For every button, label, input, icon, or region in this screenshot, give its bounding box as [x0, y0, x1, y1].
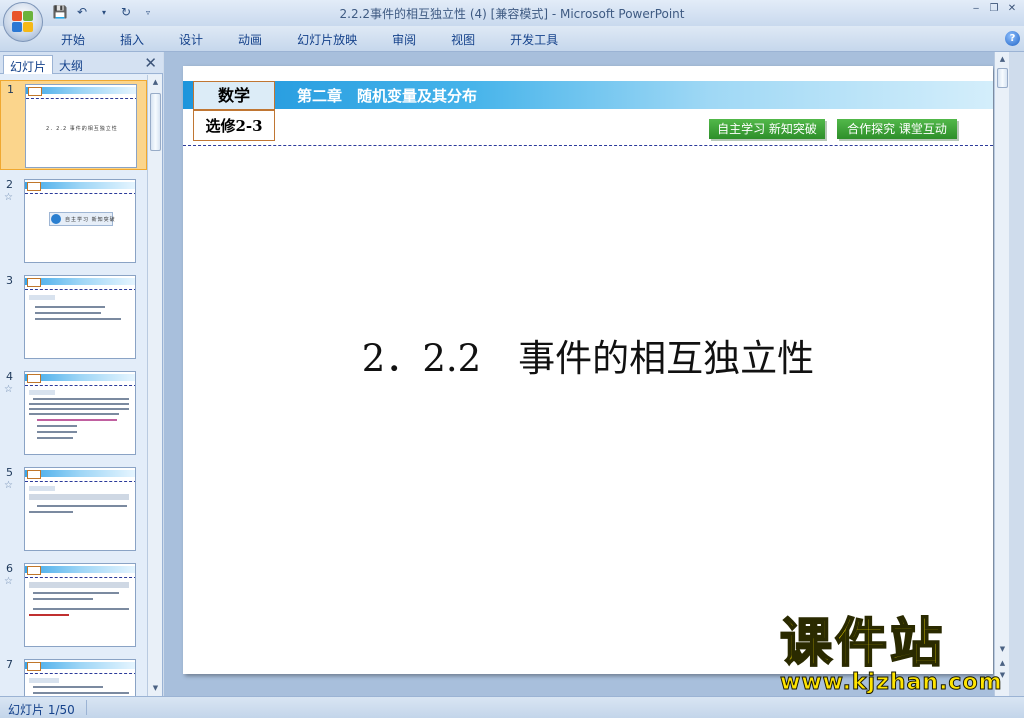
slides-pane: 幻灯片 大纲 ✕ 1 2．2.2 事件的相互独立性 2 ☆ 自主学习 新知突破 … — [0, 52, 163, 696]
animation-star-icon: ☆ — [4, 480, 13, 491]
slide-number: 6 — [6, 562, 13, 575]
slide-canvas[interactable]: 第二章 随机变量及其分布 数学 选修2-3 自主学习 新知突破 合作探究 课堂互… — [183, 66, 993, 674]
slide-thumbnail[interactable] — [24, 275, 136, 359]
slide-thumbnail[interactable]: 自主学习 新知突破 — [24, 179, 136, 263]
thumbnail-slide-7[interactable]: 7 — [0, 656, 147, 696]
scroll-up-icon[interactable]: ▲ — [148, 75, 163, 89]
self-study-button[interactable]: 自主学习 新知突破 — [709, 119, 825, 139]
thumbnail-slide-3[interactable]: 3 — [0, 272, 147, 362]
slide-thumbnail[interactable]: 2．2.2 事件的相互独立性 — [25, 84, 137, 168]
thumbnail-slide-2[interactable]: 2 ☆ 自主学习 新知突破 — [0, 176, 147, 266]
window-controls: ‒ ❐ ✕ — [968, 2, 1020, 16]
tab-developer[interactable]: 开发工具 — [501, 31, 567, 48]
status-bar: 幻灯片 1/50 — [0, 696, 1024, 718]
title-bar: 💾 ↶ ▾ ↻ ▿ 2.2.2事件的相互独立性 (4) [兼容模式] - Mic… — [0, 0, 1024, 26]
thumbnail-scrollbar[interactable]: ▲ ▼ — [147, 75, 162, 696]
thumbnail-caption: 自主学习 新知突破 — [65, 217, 116, 223]
slide-number: 3 — [6, 274, 13, 287]
tab-home[interactable]: 开始 — [52, 31, 94, 48]
slide-editor: 第二章 随机变量及其分布 数学 选修2-3 自主学习 新知突破 合作探究 课堂互… — [164, 52, 1009, 696]
office-button[interactable] — [3, 2, 43, 42]
thumbnail-slide-4[interactable]: 4 ☆ — [0, 368, 147, 458]
restore-icon[interactable]: ❐ — [986, 2, 1002, 16]
pane-tabs: 幻灯片 大纲 ✕ — [0, 52, 163, 74]
slide-thumbnail[interactable] — [24, 563, 136, 647]
ribbon-tabs: 开始 插入 设计 动画 幻灯片放映 审阅 视图 开发工具 — [52, 31, 584, 48]
course-label: 选修2-3 — [193, 110, 275, 141]
slide-thumbnail[interactable] — [24, 659, 136, 696]
animation-star-icon: ☆ — [4, 576, 13, 587]
animation-star-icon: ☆ — [4, 192, 13, 203]
tab-review[interactable]: 审阅 — [383, 31, 425, 48]
slide-number: 1 — [7, 83, 14, 96]
slide-counter: 幻灯片 1/50 — [8, 703, 75, 717]
scroll-down-icon[interactable]: ▼ — [148, 681, 163, 695]
close-icon[interactable]: ✕ — [1004, 2, 1020, 16]
slide-thumbnail[interactable] — [24, 371, 136, 455]
scroll-up-icon[interactable]: ▲ — [995, 52, 1010, 66]
tab-slideshow[interactable]: 幻灯片放映 — [288, 31, 366, 48]
chapter-title: 第二章 随机变量及其分布 — [297, 87, 478, 105]
slide-number: 2 — [6, 178, 13, 191]
tab-slides[interactable]: 幻灯片 — [3, 55, 54, 74]
tab-insert[interactable]: 插入 — [111, 31, 153, 48]
ribbon: 开始 插入 设计 动画 幻灯片放映 审阅 视图 开发工具 ? — [0, 26, 1024, 52]
slide-title[interactable]: 2．2.2 事件的相互独立性 — [183, 328, 993, 382]
slide-number: 7 — [6, 658, 13, 671]
slide-number: 4 — [6, 370, 13, 383]
thumbnail-list: 1 2．2.2 事件的相互独立性 2 ☆ 自主学习 新知突破 3 4 ☆ 5 ☆… — [0, 75, 147, 696]
scrollbar-thumb[interactable] — [997, 68, 1008, 88]
animation-star-icon: ☆ — [4, 384, 13, 395]
thumbnail-caption: 2．2.2 事件的相互独立性 — [46, 126, 118, 132]
subject-label: 数学 — [193, 81, 275, 110]
tab-design[interactable]: 设计 — [170, 31, 212, 48]
scrollbar-thumb[interactable] — [150, 93, 161, 151]
help-icon[interactable]: ? — [1005, 31, 1020, 46]
window-title: 2.2.2事件的相互独立性 (4) [兼容模式] - Microsoft Pow… — [339, 7, 685, 21]
minimize-icon[interactable]: ‒ — [968, 2, 984, 16]
close-pane-icon[interactable]: ✕ — [144, 54, 157, 72]
tab-outline[interactable]: 大纲 — [53, 55, 89, 74]
thumbnail-slide-6[interactable]: 6 ☆ — [0, 560, 147, 650]
slide-number: 5 — [6, 466, 13, 479]
slide-thumbnail[interactable] — [24, 467, 136, 551]
tab-animations[interactable]: 动画 — [229, 31, 271, 48]
slide-scrollbar[interactable]: ▲ ▼ ▲ ▼ — [994, 52, 1009, 696]
header-divider — [183, 145, 993, 146]
thumbnail-slide-5[interactable]: 5 ☆ — [0, 464, 147, 554]
scroll-down-icon[interactable]: ▼ — [995, 642, 1010, 656]
cooperative-inquiry-button[interactable]: 合作探究 课堂互动 — [837, 119, 957, 139]
watermark-url: www.kjzhan.com — [780, 670, 1003, 696]
office-logo-icon — [12, 11, 34, 33]
thumbnail-slide-1[interactable]: 1 2．2.2 事件的相互独立性 — [0, 80, 147, 170]
tab-view[interactable]: 视图 — [442, 31, 484, 48]
watermark-brand: 课件站 — [779, 614, 946, 674]
status-separator — [86, 700, 87, 715]
